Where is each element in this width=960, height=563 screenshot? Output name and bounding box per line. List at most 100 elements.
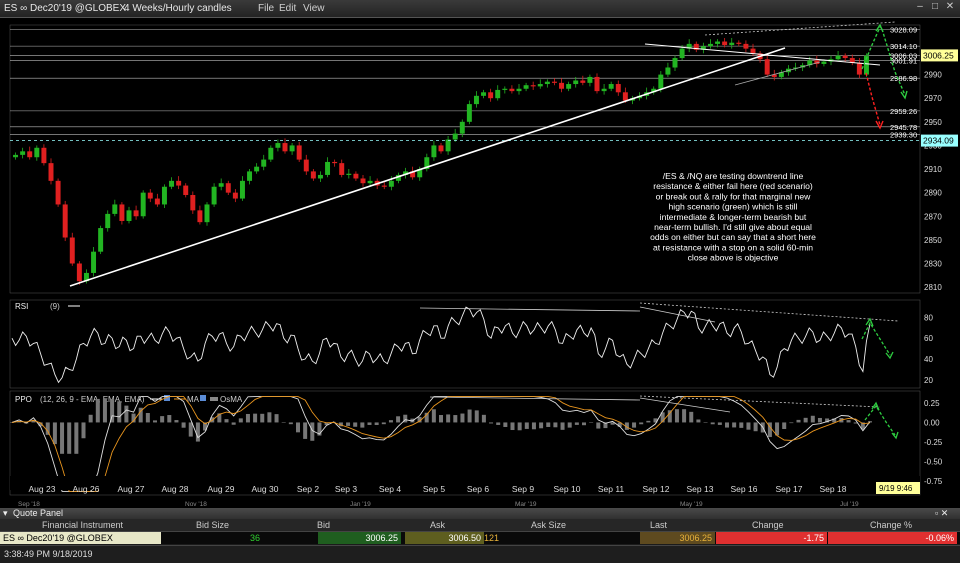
time-tick-label: Sep 5 — [423, 484, 445, 494]
time-tick-label: Sep 17 — [776, 484, 803, 494]
col-last[interactable]: Last — [650, 519, 667, 531]
quote-panel-settings-icon[interactable]: ▫ ✕ — [935, 508, 948, 519]
osma-bar — [810, 415, 815, 423]
period-title[interactable]: 4 Weeks/Hourly candles — [124, 0, 232, 17]
long-range-tick-label: Sep '18 — [18, 501, 40, 508]
candle-body — [707, 43, 713, 47]
col-bid-size[interactable]: Bid Size — [196, 519, 229, 531]
close-icon[interactable]: ✕ — [943, 0, 957, 13]
candle-body — [821, 61, 827, 64]
col-bid[interactable]: Bid — [317, 519, 330, 531]
row-last: 3006.25 — [640, 532, 715, 544]
osma-bar — [739, 422, 744, 428]
osma-bar — [589, 422, 594, 423]
time-tick-label: Aug 28 — [162, 484, 189, 494]
row-change-pct: -0.06% — [828, 532, 957, 544]
osma-bar — [360, 422, 365, 428]
candle-body — [289, 145, 295, 152]
osma-bar — [639, 422, 644, 425]
menu-view[interactable]: View — [303, 0, 325, 17]
osma-bar — [446, 414, 451, 423]
osma-bar — [145, 412, 150, 423]
osma-bar — [95, 398, 100, 423]
price-tick-label: 2850 — [924, 236, 942, 245]
table-row[interactable]: ES ∞ Dec20'19 @GLOBEX 36 3006.25 3006.50… — [0, 532, 960, 544]
candle-body — [764, 59, 770, 75]
osma-bar — [81, 422, 86, 439]
osma-bar — [303, 422, 308, 439]
time-tick-label: Aug 30 — [252, 484, 279, 494]
osma-bar — [245, 413, 250, 423]
chart-area[interactable]: 3028.093014.103006.033001.912986.982959.… — [0, 17, 960, 508]
candle-body — [516, 88, 522, 92]
row-ask: 3006.50 — [405, 532, 484, 544]
row-instrument[interactable]: ES ∞ Dec20'19 @GLOBEX — [0, 532, 161, 544]
candle-body — [481, 92, 487, 96]
candle-body — [608, 84, 614, 89]
price-tick-label: 2830 — [924, 259, 942, 268]
osma-bar — [74, 422, 79, 454]
osma-bar — [188, 422, 193, 437]
candle-body — [41, 147, 47, 164]
osma-bar — [288, 422, 293, 425]
candle-body — [325, 161, 331, 175]
osma-bar — [474, 410, 479, 423]
candle-body — [91, 251, 97, 273]
status-time: 3:38:49 PM 9/18/2019 — [4, 549, 93, 559]
osma-bar — [181, 422, 186, 428]
price-tick-label: 2890 — [924, 189, 942, 198]
candle-body — [459, 121, 465, 134]
osma-bar — [381, 422, 386, 425]
price-tick-label: 2870 — [924, 212, 942, 221]
maximize-icon[interactable]: □ — [928, 0, 942, 13]
osma-bar — [846, 420, 851, 423]
ppo-label: PPO — [15, 395, 32, 404]
col-financial-instrument[interactable]: Financial Instrument — [42, 519, 123, 531]
minimize-icon[interactable]: – — [913, 0, 927, 13]
candle-body — [69, 237, 75, 264]
osma-bar — [253, 413, 258, 423]
candle-body — [140, 192, 146, 217]
candle-body — [622, 92, 628, 101]
level-label: 2986.98 — [890, 74, 917, 83]
osma-bar — [367, 422, 372, 425]
candle-body — [183, 185, 189, 196]
osma-bar — [524, 422, 529, 429]
symbol-title[interactable]: ES ∞ Dec20'19 @GLOBEX — [4, 0, 126, 17]
time-tick-label: Aug 27 — [118, 484, 145, 494]
col-ask-size[interactable]: Ask Size — [531, 519, 566, 531]
rsi-tick-label: 20 — [924, 376, 933, 385]
col-change-pct[interactable]: Change % — [870, 519, 912, 531]
candle-body — [544, 81, 550, 85]
osma-bar — [260, 413, 265, 423]
candle-body — [353, 173, 359, 179]
osma-bar — [803, 417, 808, 423]
candle-body — [20, 151, 26, 155]
candle-body — [332, 161, 338, 164]
candle-body — [473, 95, 479, 105]
candle-body — [296, 145, 302, 160]
price-tick-label: 2810 — [924, 283, 942, 292]
candle-body — [176, 180, 182, 186]
candle-body — [254, 166, 260, 172]
menu-file[interactable]: File — [258, 0, 274, 17]
osma-bar — [431, 409, 436, 423]
ppo-tick-label: -0.50 — [924, 458, 943, 467]
osma-bar — [353, 422, 358, 427]
quote-panel-collapse-icon[interactable]: ▾ — [3, 508, 8, 519]
menu-edit[interactable]: Edit — [279, 0, 296, 17]
col-change[interactable]: Change — [752, 519, 784, 531]
time-tick-label: Sep 11 — [598, 484, 625, 494]
candle-body — [62, 204, 68, 238]
candle-body — [488, 92, 494, 99]
long-range-tick-label: Nov '18 — [185, 501, 207, 508]
osma-bar — [689, 411, 694, 423]
col-ask[interactable]: Ask — [430, 519, 445, 531]
osma-bar — [281, 422, 286, 423]
candle-body — [239, 180, 245, 199]
osma-bar — [160, 416, 165, 423]
osma-bar — [60, 422, 65, 454]
candle-body — [218, 183, 224, 187]
osma-bar — [782, 422, 787, 429]
osma-bar — [117, 401, 122, 423]
